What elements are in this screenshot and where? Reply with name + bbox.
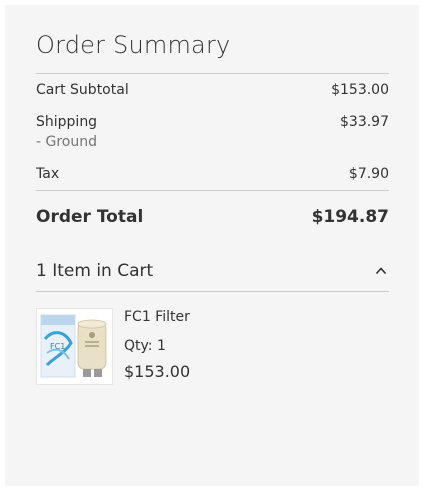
shipping-value: $33.97 xyxy=(340,114,389,130)
qty-value: 1 xyxy=(156,338,166,354)
product-price: $153.00 xyxy=(124,362,191,381)
product-image: FC1 xyxy=(37,309,112,384)
chevron-up-icon xyxy=(375,267,387,275)
qty-label: Qty: xyxy=(124,338,153,354)
divider xyxy=(36,190,389,191)
tax-label: Tax xyxy=(36,166,60,182)
order-total-label: Order Total xyxy=(36,207,144,227)
product-qty: Qty: 1 xyxy=(124,338,166,354)
items-in-cart-heading: 1 Item in Cart xyxy=(36,261,154,281)
product-thumbnail[interactable]: FC1 xyxy=(36,308,113,385)
subtotal-value: $153.00 xyxy=(331,82,389,98)
shipping-method: - Ground xyxy=(36,134,97,150)
divider xyxy=(36,73,389,74)
order-summary-panel: Order Summary Cart Subtotal $153.00 Ship… xyxy=(5,5,419,486)
shipping-label: Shipping xyxy=(36,114,98,130)
product-image-label: FC1 xyxy=(50,342,65,351)
order-summary-title: Order Summary xyxy=(36,31,231,59)
divider xyxy=(36,291,389,292)
order-total-value: $194.87 xyxy=(311,207,389,227)
tax-value: $7.90 xyxy=(348,166,389,182)
items-in-cart-toggle[interactable]: 1 Item in Cart xyxy=(36,261,389,287)
subtotal-label: Cart Subtotal xyxy=(36,82,129,98)
product-name[interactable]: FC1 Filter xyxy=(124,309,190,325)
